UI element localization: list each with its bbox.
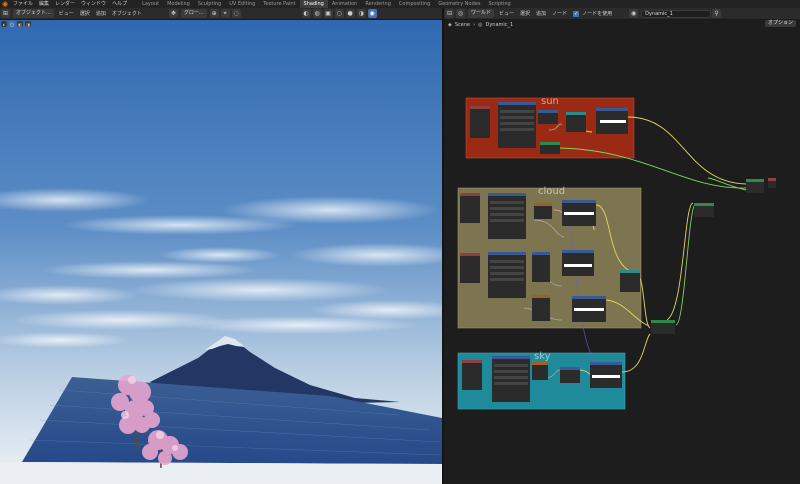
menu-edit[interactable]: 編集 (36, 0, 52, 8)
use-nodes-label: ノードを使用 (582, 11, 613, 17)
proportional-icon[interactable]: ◌ (231, 9, 241, 18)
viewport-menu-object[interactable]: オブジェクト (109, 10, 145, 17)
breadcrumb-scene: Scene (454, 22, 471, 28)
tab-modeling[interactable]: Modeling (163, 0, 194, 8)
overlay-icon[interactable]: ◍ (312, 9, 322, 18)
viewport-menu-view[interactable]: ビュー (56, 10, 77, 17)
world-datablock-icon[interactable]: ◉ (629, 9, 639, 18)
tab-scripting[interactable]: Scripting (484, 0, 514, 8)
pivot-icon[interactable]: ⊕ (209, 9, 219, 18)
frame-label-cloud: cloud (538, 186, 566, 197)
tab-compositing[interactable]: Compositing (395, 0, 434, 8)
scene-icon: ◈ (448, 22, 452, 28)
pin-icon[interactable]: ⚲ (712, 9, 722, 18)
tab-shading[interactable]: Shading (299, 0, 328, 8)
node-menu-add[interactable]: 追加 (533, 10, 549, 17)
blender-logo-icon[interactable]: ◉ (0, 0, 10, 8)
world-icon[interactable]: ◎ (456, 9, 465, 18)
menu-help[interactable]: ヘルプ (109, 0, 130, 8)
breadcrumb-world: Dynamic_1 (485, 22, 514, 28)
mode-dropdown[interactable]: オブジェクト... (13, 9, 54, 18)
tab-texture-paint[interactable]: Texture Paint (259, 0, 299, 8)
world-icon-small: ◎ (478, 22, 483, 28)
viewport-menu-add[interactable]: 追加 (93, 10, 109, 17)
editor-type-icon[interactable]: ⊞ (1, 9, 10, 18)
breadcrumb: ◈ Scene › ◎ Dynamic_1 (448, 22, 514, 28)
node-menu-select[interactable]: 選択 (517, 10, 533, 17)
node-menu-view[interactable]: ビュー (496, 10, 517, 17)
shading-material-icon[interactable]: ◑ (356, 9, 366, 18)
shading-solid-icon[interactable]: ● (345, 9, 355, 18)
tab-uv-editing[interactable]: UV Editing (225, 0, 259, 8)
menu-file[interactable]: ファイル (10, 0, 36, 8)
world-name-field[interactable]: Dynamic_1 (641, 9, 712, 18)
node-editor-header: ⊟ ◎ ワールド ビュー 選択 追加 ノード ✓ ノードを使用 ◉ Dynami… (444, 8, 800, 20)
tab-animation[interactable]: Animation (328, 0, 362, 8)
snap-icon[interactable]: ⌖ (220, 9, 230, 18)
viewport-tool-header: ▸ ▢ ◧ ◨ (0, 20, 442, 28)
top-menu-bar: ◉ ファイル 編集 レンダー ウィンドウ ヘルプ Layout Modeling… (0, 0, 800, 8)
shading-wire-icon[interactable]: ○ (334, 9, 344, 18)
select-box-icon[interactable]: ▢ (9, 21, 15, 27)
toolbar-toggle-icon[interactable]: ▸ (1, 21, 7, 27)
frame-label-sky: sky (534, 351, 551, 362)
viewport-header: ⊞ オブジェクト... ビュー 選択 追加 オブジェクト ✥ グロー... ⊕ … (0, 8, 442, 20)
transform-icon[interactable]: ✥ (168, 9, 178, 18)
node-canvas[interactable]: sun cloud sky (444, 20, 800, 484)
viewport-menu-select[interactable]: 選択 (77, 10, 93, 17)
menu-window[interactable]: ウィンドウ (78, 0, 109, 8)
node-editor-type-icon[interactable]: ⊟ (445, 9, 454, 18)
node-graph (457, 97, 776, 410)
orientation-dropdown[interactable]: グロー... (180, 9, 207, 18)
3d-viewport[interactable] (0, 20, 442, 484)
tab-sculpting[interactable]: Sculpting (194, 0, 225, 8)
menu-render[interactable]: レンダー (52, 0, 78, 8)
render-scene (0, 20, 442, 484)
shading-rendered-icon[interactable]: ◉ (367, 9, 377, 18)
frame-label-sun: sun (541, 96, 559, 107)
xray-icon[interactable]: ▣ (323, 9, 333, 18)
tab-layout[interactable]: Layout (138, 0, 163, 8)
node-menu-node[interactable]: ノード (549, 10, 570, 17)
select-mode-icon[interactable]: ◧ (17, 21, 23, 27)
visibility-icon[interactable]: ◐ (301, 9, 311, 18)
tab-geometry-nodes[interactable]: Geometry Nodes (434, 0, 484, 8)
tab-rendering[interactable]: Rendering (361, 0, 395, 8)
select-extend-icon[interactable]: ◨ (25, 21, 31, 27)
shader-type-dropdown[interactable]: ワールド (468, 9, 495, 18)
mix-nodes[interactable] (651, 178, 776, 334)
options-dropdown[interactable]: オプション (764, 20, 796, 27)
